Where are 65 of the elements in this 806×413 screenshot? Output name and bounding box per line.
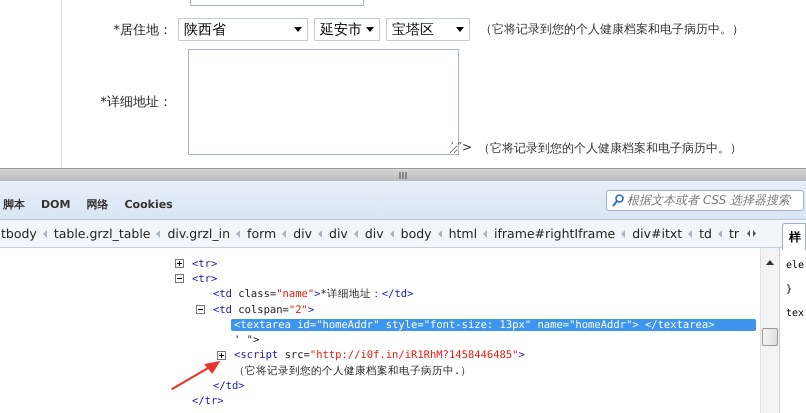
scroll-arrows-icon[interactable] [747, 230, 756, 237]
minus-icon[interactable] [196, 305, 205, 314]
breadcrumb-item[interactable]: html [448, 226, 478, 241]
chevron-icon [718, 230, 723, 238]
chevron-icon [318, 230, 324, 238]
breadcrumb-item[interactable]: div [329, 226, 348, 241]
input-field[interactable] [190, 0, 364, 6]
caret-icon [366, 27, 374, 32]
dom-node[interactable]: <tr> [192, 258, 218, 270]
chevron-icon [42, 230, 48, 238]
breadcrumb-item[interactable]: div.grzl_in [167, 226, 230, 241]
plus-icon[interactable] [217, 350, 226, 360]
scrollbar-thumb[interactable] [762, 328, 778, 346]
breadcrumb-item[interactable]: tr [728, 226, 740, 241]
dom-node[interactable]: ' "> [234, 334, 260, 346]
css-text: ele [786, 260, 806, 271]
breadcrumb-item[interactable]: body [400, 226, 432, 241]
caret-icon [456, 27, 464, 32]
minus-icon[interactable] [175, 274, 184, 284]
devtools-tab[interactable]: DOM [33, 196, 78, 212]
dom-node[interactable]: <tr> [192, 272, 218, 285]
scroll-up-icon[interactable] [766, 260, 774, 265]
search-icon [612, 194, 624, 206]
dom-node[interactable]: </tr> [192, 395, 224, 408]
search-field[interactable]: 根据文本或者 CSS 选择器搜索 [606, 190, 804, 210]
field-label: *居住地： [112, 22, 172, 38]
dom-node[interactable]: （它将记录到您的个人健康档案和电子病历中.） [234, 364, 472, 378]
breadcrumb-item[interactable]: td [699, 226, 712, 241]
chevron-icon [483, 230, 488, 238]
chevron-icon [156, 230, 162, 238]
breadcrumb-item[interactable]: tbody [1, 226, 37, 241]
breadcrumb-item[interactable]: div [364, 226, 384, 241]
caret-icon [294, 27, 302, 32]
chevron-icon [390, 230, 395, 238]
breadcrumb-item[interactable]: table.grzl_table [54, 226, 150, 241]
css-text: } [786, 284, 794, 295]
chevron-icon [688, 230, 694, 238]
devtools-tab[interactable]: 网络 [78, 196, 116, 212]
devtools-tab[interactable]: Cookies [116, 196, 181, 212]
plus-icon[interactable] [175, 259, 184, 268]
hint-text: （它将记录到您的个人健康档案和电子病历中。） [480, 21, 744, 38]
chevron-icon [354, 230, 359, 238]
address-field[interactable] [188, 49, 459, 155]
dom-node[interactable]: <td class="name">*详细地址：</td> [213, 287, 414, 302]
field-label: *详细地址： [100, 94, 172, 111]
breadcrumb-item[interactable]: div [293, 226, 312, 241]
breadcrumb-item[interactable]: iframe#rightIframe [494, 226, 616, 241]
panel-tab[interactable]: 样 [782, 223, 806, 250]
dom-node[interactable]: <td colspan="2"> [213, 304, 314, 316]
chevron-icon [621, 230, 626, 238]
dom-node[interactable]: </td> [213, 380, 245, 392]
stray-text: ′ ″> [451, 140, 472, 156]
dropdown[interactable]: 陕西省 [178, 18, 308, 41]
breadcrumb-item[interactable]: form [247, 226, 276, 241]
dom-node[interactable]: <script src="http://i0f.in/iR1RhM?1458446485"> [234, 349, 525, 362]
dropdown[interactable]: 延安市 [314, 18, 380, 41]
css-text: tex [786, 308, 806, 319]
chevron-icon [236, 230, 242, 238]
devtools-tab[interactable]: 脚本 [0, 196, 33, 212]
dropdown[interactable]: 宝塔区 [386, 18, 470, 41]
chevron-icon [438, 230, 443, 238]
hint-text: （它将记录到您的个人健康档案和电子病历中。） [478, 140, 742, 157]
grip-icon[interactable] [399, 172, 407, 178]
chevron-icon [282, 230, 288, 238]
breadcrumb-item[interactable]: div#itxt [632, 226, 682, 241]
